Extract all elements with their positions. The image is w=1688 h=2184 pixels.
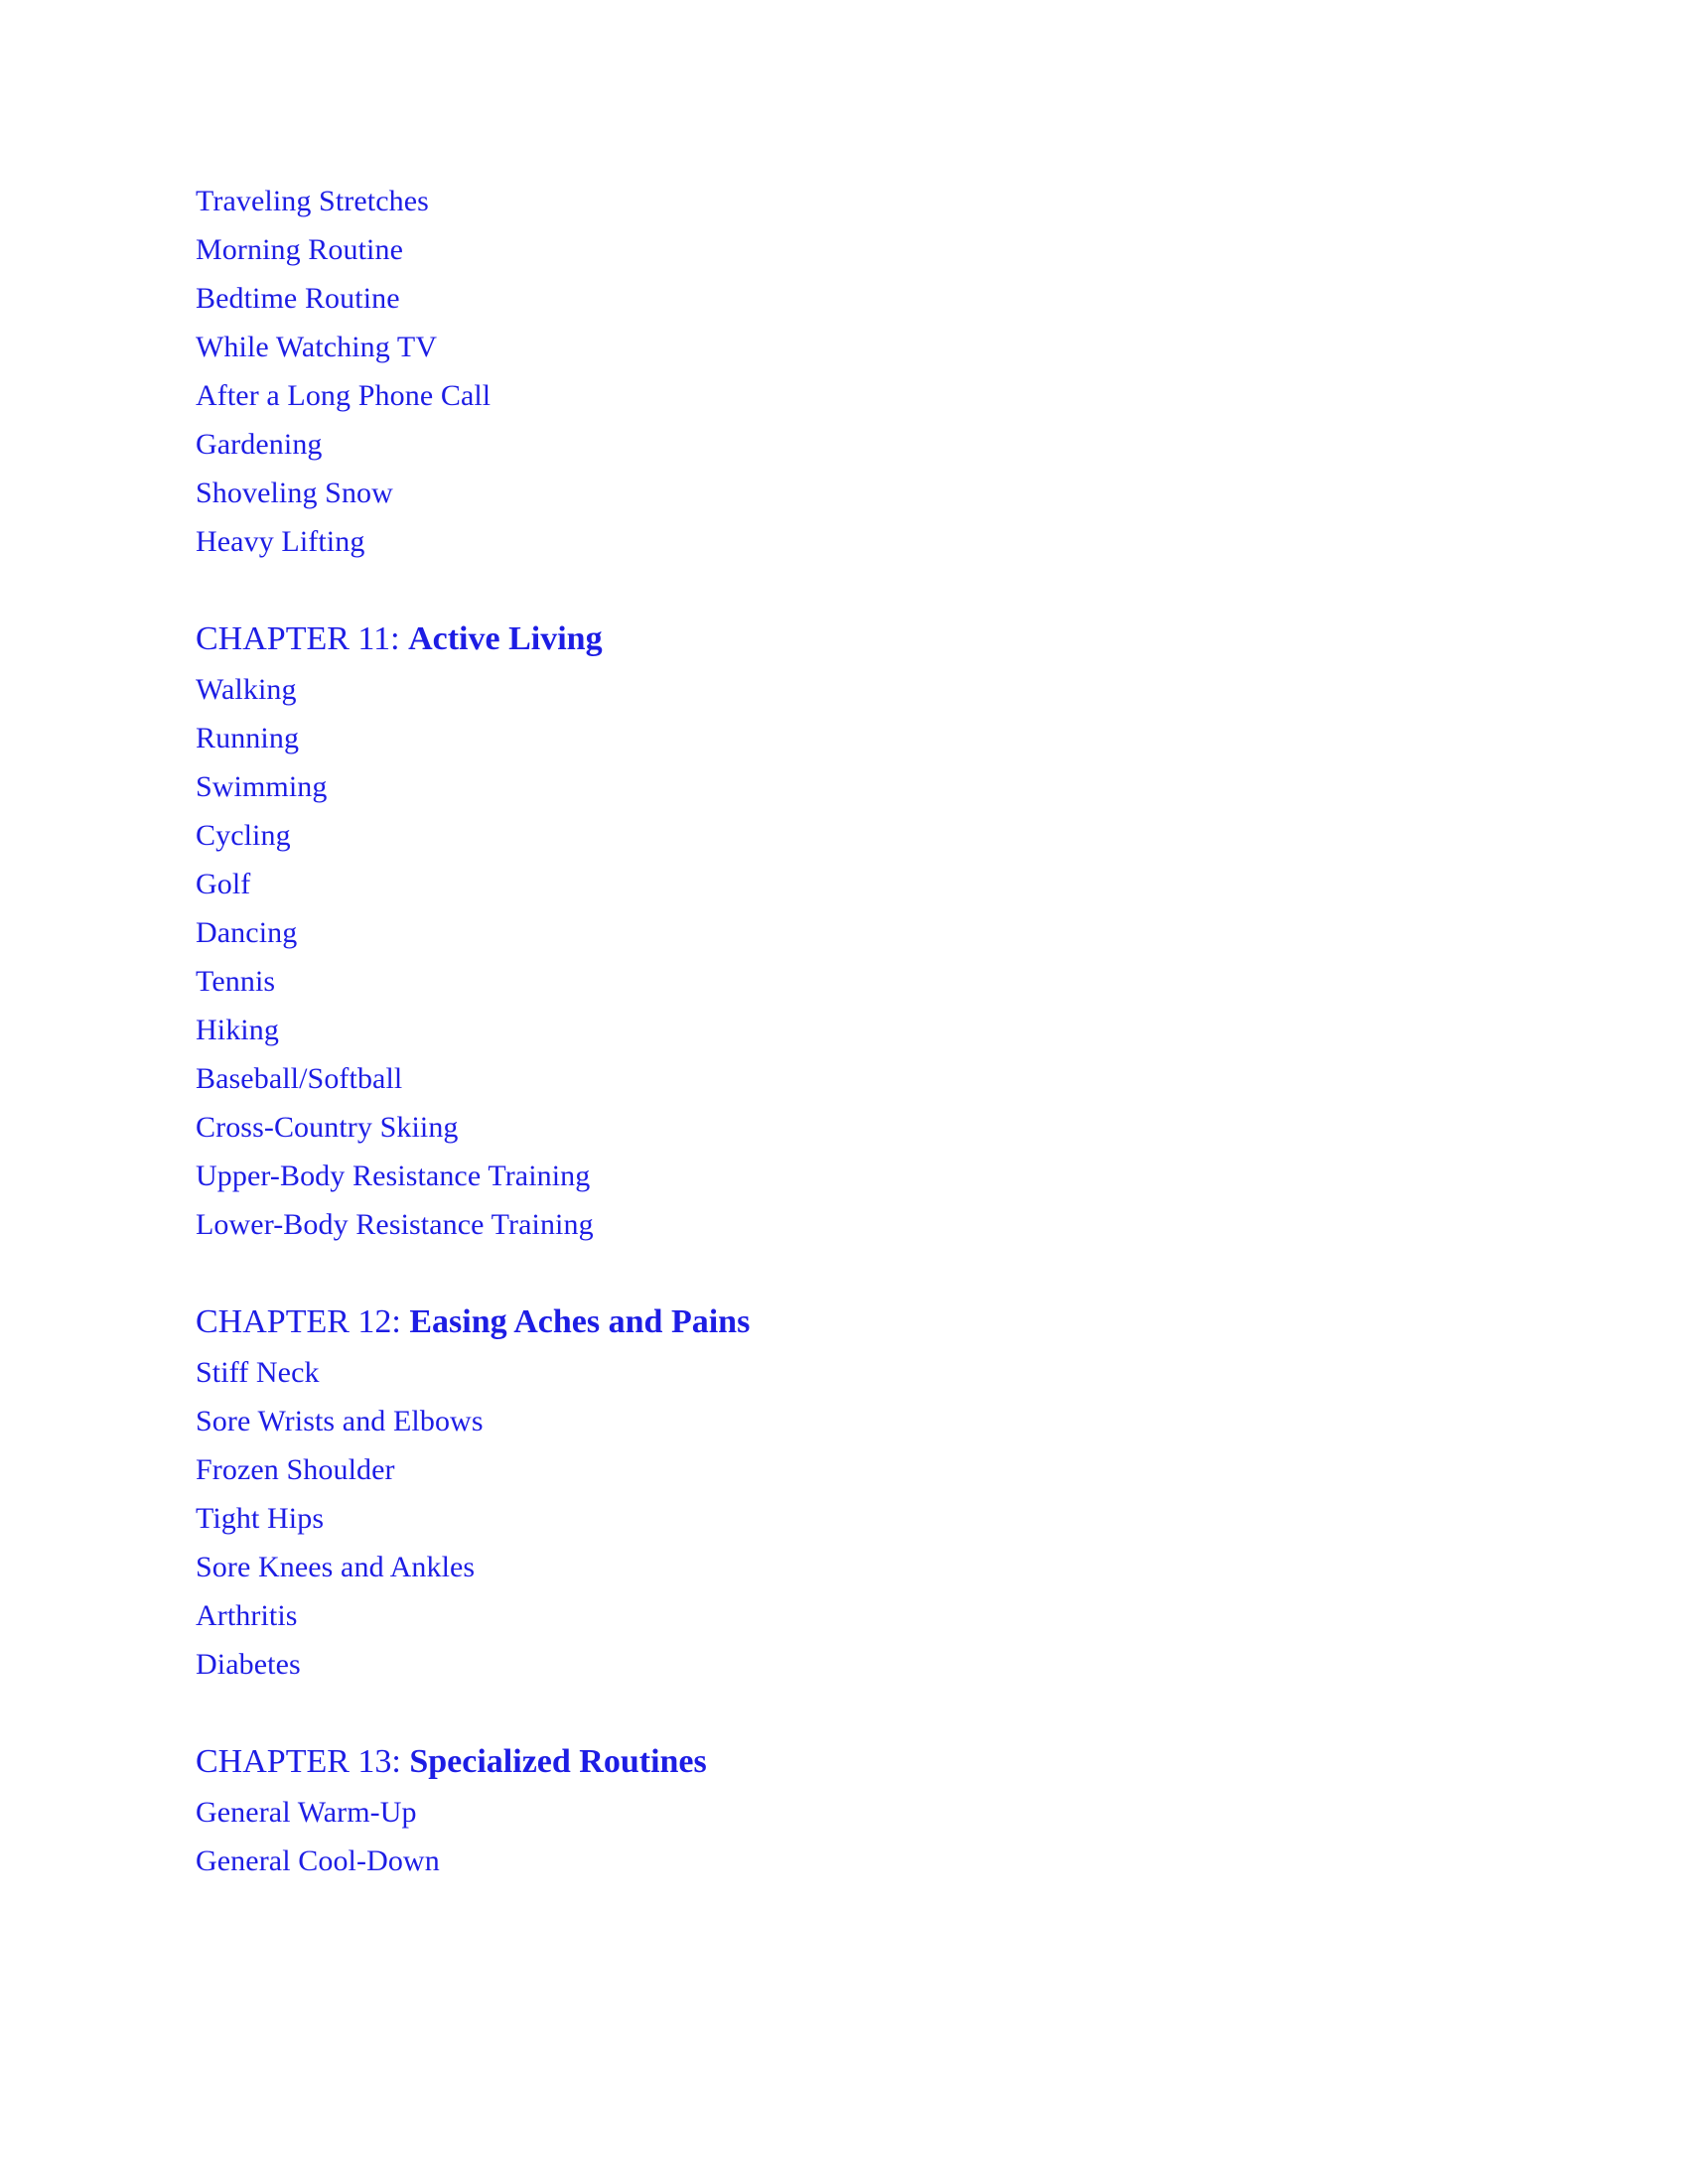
chapter-heading[interactable]: CHAPTER 12: Easing Aches and Pains (196, 1297, 1486, 1346)
chapter-heading[interactable]: CHAPTER 13: Specialized Routines (196, 1737, 1486, 1786)
chapter-title: Specialized Routines (409, 1743, 707, 1780)
toc-entry[interactable]: General Cool-Down (196, 1837, 1486, 1885)
toc-entry[interactable]: Cycling (196, 811, 1486, 860)
toc-entry[interactable]: Cross-Country Skiing (196, 1103, 1486, 1152)
toc-entry[interactable]: Golf (196, 860, 1486, 908)
chapter-entry-list: Stiff Neck Sore Wrists and Elbows Frozen… (196, 1348, 1486, 1689)
toc-entry[interactable]: Upper-Body Resistance Training (196, 1152, 1486, 1200)
toc-entry[interactable]: While Watching TV (196, 323, 1486, 371)
table-of-contents: Traveling Stretches Morning Routine Bedt… (196, 177, 1486, 1885)
toc-entry[interactable]: Sore Wrists and Elbows (196, 1397, 1486, 1445)
toc-entry[interactable]: Gardening (196, 420, 1486, 469)
toc-entry[interactable]: Sore Knees and Ankles (196, 1543, 1486, 1591)
toc-entry[interactable]: Hiking (196, 1006, 1486, 1054)
toc-entry[interactable]: Stiff Neck (196, 1348, 1486, 1397)
chapter-number-label: CHAPTER 13: (196, 1743, 410, 1780)
toc-entry[interactable]: Traveling Stretches (196, 177, 1486, 225)
continued-entry-list: Traveling Stretches Morning Routine Bedt… (196, 177, 1486, 566)
toc-entry[interactable]: Baseball/Softball (196, 1054, 1486, 1103)
toc-entry[interactable]: Running (196, 714, 1486, 762)
toc-entry[interactable]: Morning Routine (196, 225, 1486, 274)
toc-entry[interactable]: Heavy Lifting (196, 517, 1486, 566)
toc-entry[interactable]: Arthritis (196, 1591, 1486, 1640)
chapter-number-label: CHAPTER 11: (196, 620, 409, 657)
chapter-entry-list: General Warm-Up General Cool-Down (196, 1788, 1486, 1885)
toc-entry[interactable]: Lower-Body Resistance Training (196, 1200, 1486, 1249)
toc-entry[interactable]: Shoveling Snow (196, 469, 1486, 517)
toc-entry[interactable]: Bedtime Routine (196, 274, 1486, 323)
toc-entry[interactable]: General Warm-Up (196, 1788, 1486, 1837)
toc-entry[interactable]: After a Long Phone Call (196, 371, 1486, 420)
toc-entry[interactable]: Frozen Shoulder (196, 1445, 1486, 1494)
toc-entry[interactable]: Tennis (196, 957, 1486, 1006)
chapter-entry-list: Walking Running Swimming Cycling Golf Da… (196, 665, 1486, 1249)
toc-entry[interactable]: Dancing (196, 908, 1486, 957)
chapter-heading[interactable]: CHAPTER 11: Active Living (196, 614, 1486, 663)
document-page: Traveling Stretches Morning Routine Bedt… (0, 0, 1688, 2184)
chapter-title: Easing Aches and Pains (409, 1303, 751, 1340)
toc-entry[interactable]: Swimming (196, 762, 1486, 811)
chapter-title: Active Living (408, 620, 603, 657)
chapter-number-label: CHAPTER 12: (196, 1303, 410, 1340)
toc-entry[interactable]: Walking (196, 665, 1486, 714)
toc-entry[interactable]: Tight Hips (196, 1494, 1486, 1543)
toc-entry[interactable]: Diabetes (196, 1640, 1486, 1689)
